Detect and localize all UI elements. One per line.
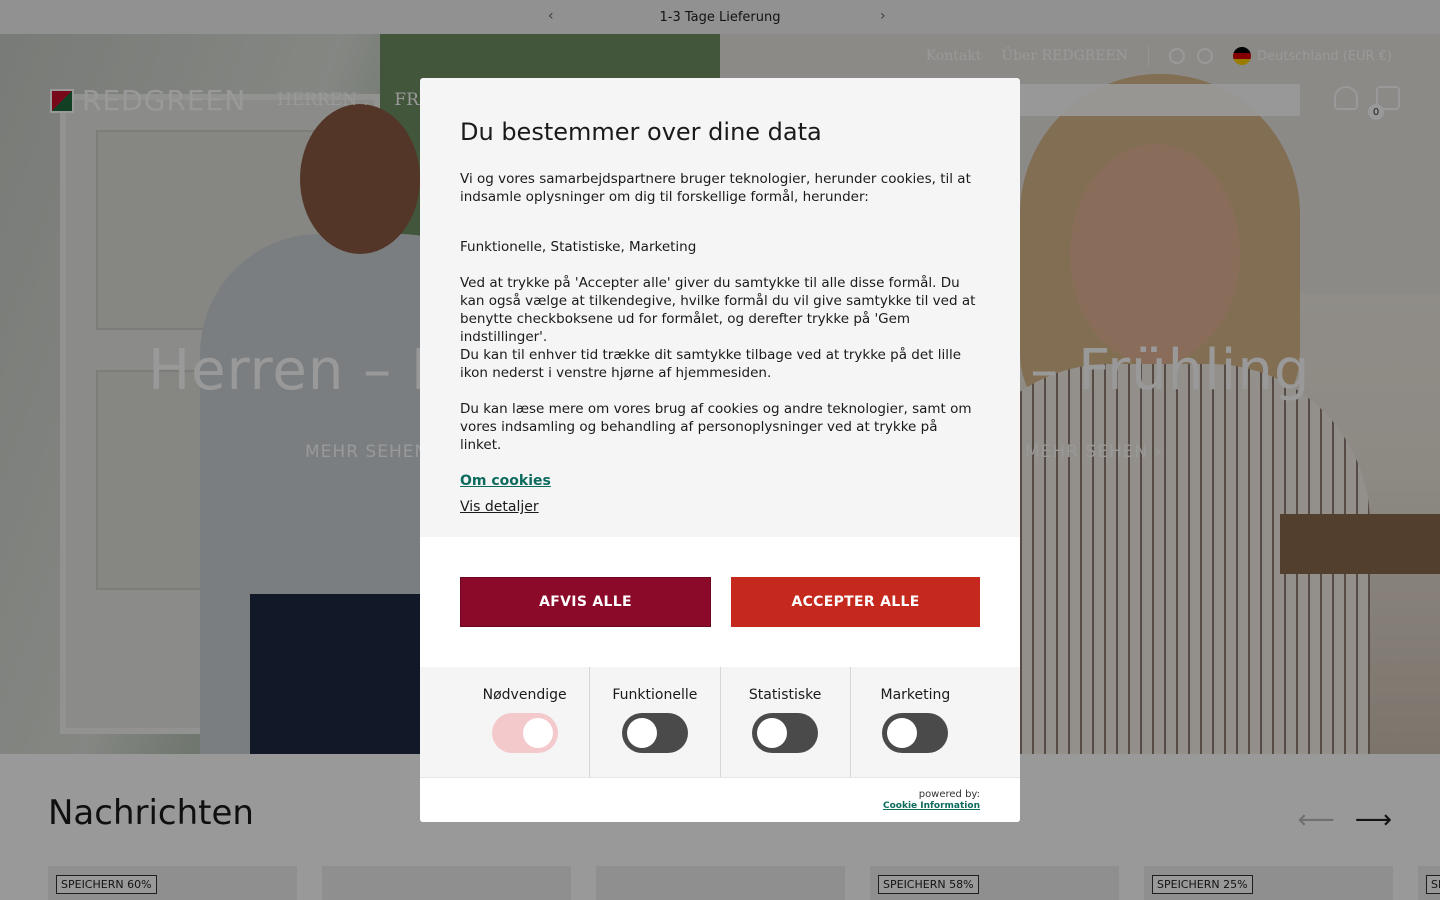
cookie-intro-text: Vi og vores samarbejdspartnere bruger te…: [460, 171, 971, 205]
accept-all-button[interactable]: ACCEPTER ALLE: [731, 577, 980, 627]
toggle-group-marketing: Marketing: [851, 667, 980, 777]
toggle-label: Marketing: [880, 687, 951, 703]
cookie-dialog-body: Du bestemmer over dine data Vi og vores …: [420, 78, 1020, 537]
cookie-category-toggles: Nødvendige Funktionelle Statistiske Mark…: [460, 667, 980, 777]
powered-by-footer: powered by: Cookie Information: [420, 777, 1020, 822]
toggle-group-necessary: Nødvendige: [460, 667, 591, 777]
cookie-consent-dialog: Du bestemmer over dine data Vi og vores …: [420, 78, 1020, 822]
functional-toggle[interactable]: [621, 713, 688, 753]
cookie-consent-text: Ved at trykke på 'Accepter alle' giver d…: [460, 275, 976, 345]
cookie-information-link[interactable]: Cookie Information: [883, 801, 980, 811]
cookie-purposes-text: Funktionelle, Statistiske, Marketing: [460, 239, 697, 255]
toggle-label: Statistiske: [748, 687, 822, 703]
cookie-dialog-title: Du bestemmer over dine data: [460, 118, 822, 146]
about-cookies-link[interactable]: Om cookies: [460, 473, 551, 489]
toggle-group-statistics: Statistiske: [721, 667, 851, 777]
necessary-toggle: [491, 713, 558, 753]
toggle-group-functional: Funktionelle: [590, 667, 721, 777]
statistics-toggle[interactable]: [752, 713, 819, 753]
cookie-button-area: AFVIS ALLE ACCEPTER ALLE: [420, 537, 1020, 667]
show-details-link[interactable]: Vis detaljer: [460, 499, 980, 515]
powered-by-label: powered by:: [918, 789, 980, 800]
cookie-more-text: Du kan læse mere om vores brug af cookie…: [460, 401, 972, 453]
marketing-toggle[interactable]: [882, 713, 949, 753]
toggle-label: Funktionelle: [612, 687, 698, 703]
toggle-label: Nødvendige: [482, 687, 567, 703]
cookie-withdraw-text: Du kan til enhver tid trække dit samtykk…: [460, 347, 962, 381]
reject-all-button[interactable]: AFVIS ALLE: [460, 577, 711, 627]
